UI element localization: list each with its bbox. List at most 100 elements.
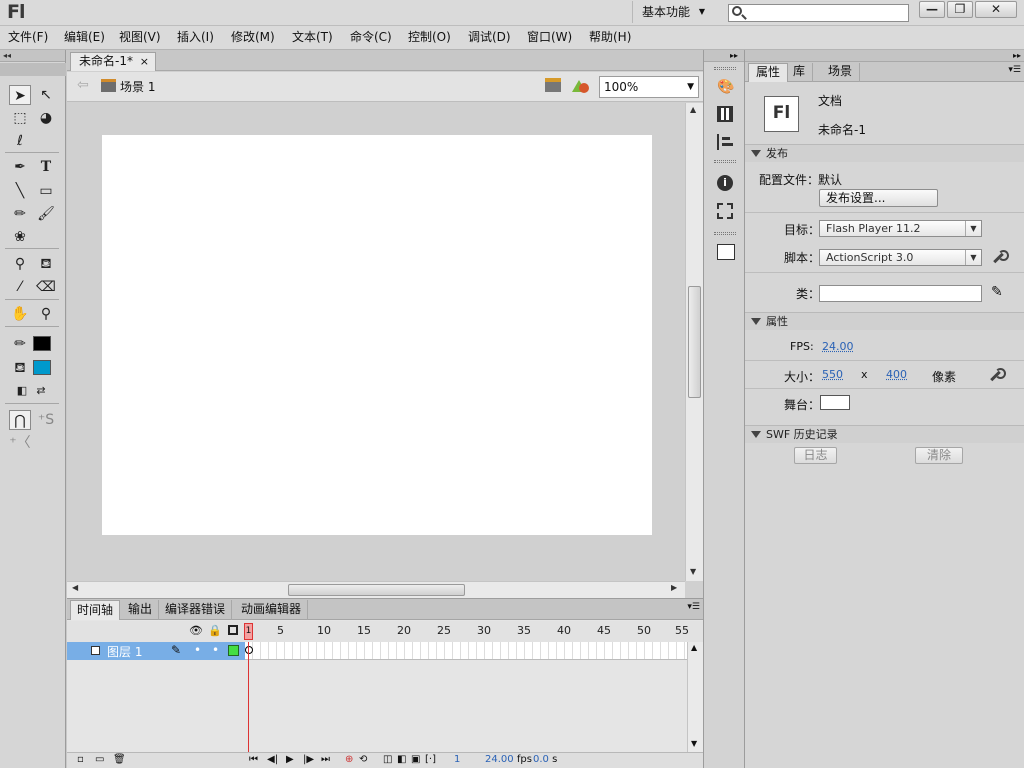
tab-compiler-errors[interactable]: 编译器错误: [159, 600, 233, 620]
selection-tool-icon[interactable]: ➤: [9, 85, 31, 105]
zoom-select[interactable]: 100% ▼: [599, 76, 699, 98]
publish-settings-button[interactable]: 发布设置...: [819, 189, 938, 207]
frame-rate[interactable]: 24.00: [485, 754, 514, 765]
menu-debug[interactable]: 调试(D): [468, 26, 511, 49]
stage-canvas[interactable]: [102, 135, 652, 535]
pencil-tool-icon[interactable]: ✏: [9, 204, 31, 224]
align-panel-icon[interactable]: [717, 134, 733, 150]
panel-grip[interactable]: [714, 160, 736, 163]
last-frame-icon[interactable]: ⏭: [321, 754, 330, 765]
swatches-panel-icon[interactable]: [717, 106, 733, 122]
stroke-color-swatch[interactable]: [33, 336, 51, 351]
eyedropper-tool-icon[interactable]: ⁄: [9, 277, 31, 297]
stage-height[interactable]: 400: [886, 368, 907, 381]
section-swf-history[interactable]: SWF 历史记录: [745, 425, 1024, 443]
layer-row[interactable]: 图层 1 ✎ • •: [67, 642, 245, 660]
edit-multiple-frames-icon[interactable]: ▣: [411, 754, 420, 765]
edit-scene-icon[interactable]: [545, 78, 561, 92]
modify-markers-icon[interactable]: [·]: [425, 754, 436, 765]
menu-text[interactable]: 文本(T): [292, 26, 333, 49]
pen-tool-icon[interactable]: ✒: [9, 157, 31, 177]
play-icon[interactable]: ▶: [286, 754, 294, 765]
center-frame-icon[interactable]: ⊕: [345, 754, 353, 765]
menu-help[interactable]: 帮助(H): [589, 26, 631, 49]
scrollbar-thumb[interactable]: [688, 286, 701, 398]
new-layer-icon[interactable]: ▫: [77, 754, 84, 765]
workspace-switcher[interactable]: 基本功能 ▼: [632, 1, 714, 23]
restore-button[interactable]: ❐: [947, 1, 973, 18]
menu-insert[interactable]: 插入(I): [177, 26, 214, 49]
back-arrow-icon[interactable]: ⇦: [77, 77, 89, 93]
panel-grip[interactable]: [714, 67, 736, 70]
eye-icon[interactable]: 👁: [189, 624, 203, 637]
scroll-down-icon[interactable]: ▼: [691, 739, 697, 748]
visibility-dot-icon[interactable]: •: [194, 643, 201, 657]
lock-icon[interactable]: 🔒: [208, 624, 222, 637]
smooth-icon[interactable]: ⁺S: [35, 410, 57, 430]
frame-grid[interactable]: [245, 642, 687, 660]
next-frame-icon[interactable]: |▶: [303, 754, 314, 765]
tab-library[interactable]: 库: [786, 63, 814, 82]
help-search-input[interactable]: [728, 4, 909, 22]
tab-motion-editor[interactable]: 动画编辑器: [235, 600, 309, 620]
new-folder-icon[interactable]: ▭: [95, 754, 104, 765]
delete-layer-icon[interactable]: 🗑: [113, 754, 126, 765]
close-button[interactable]: ✕: [975, 1, 1017, 18]
color-panel-icon[interactable]: 🎨: [717, 79, 734, 95]
document-tab[interactable]: 未命名-1* ×: [70, 52, 156, 71]
panel-expand-icon[interactable]: ▸▸: [704, 50, 744, 62]
playhead[interactable]: 1: [244, 623, 253, 640]
onion-skin-outlines-icon[interactable]: ◧: [397, 754, 406, 765]
tab-timeline[interactable]: 时间轴: [70, 600, 121, 620]
section-properties[interactable]: 属性: [745, 312, 1024, 330]
menu-edit[interactable]: 编辑(E): [64, 26, 105, 49]
minimize-button[interactable]: —: [919, 1, 945, 18]
lock-dot-icon[interactable]: •: [212, 643, 219, 657]
swap-colors-icon[interactable]: ⇄: [30, 381, 52, 401]
panel-collapse-icon[interactable]: ▸▸: [745, 50, 1024, 62]
straighten-icon[interactable]: ⁺〈: [9, 433, 31, 453]
panel-collapse-icon[interactable]: ◂◂: [0, 50, 65, 62]
transform-panel-icon[interactable]: [717, 203, 733, 219]
outline-icon[interactable]: [228, 625, 238, 635]
tab-output[interactable]: 输出: [122, 600, 160, 620]
hand-tool-icon[interactable]: ✋: [9, 304, 31, 324]
panel-menu-icon[interactable]: ▾☰: [1008, 65, 1021, 75]
script-select[interactable]: ActionScript 3.0 ▼: [819, 249, 982, 266]
components-panel-icon[interactable]: [717, 244, 735, 260]
stage-color-swatch[interactable]: [820, 395, 850, 410]
document-name[interactable]: 未命名-1: [818, 121, 866, 138]
rectangle-tool-icon[interactable]: ▭: [35, 181, 57, 201]
menu-window[interactable]: 窗口(W): [527, 26, 572, 49]
snap-magnet-icon[interactable]: ⋂: [9, 410, 31, 430]
vertical-scrollbar[interactable]: ▲ ▼: [685, 103, 703, 581]
fps-value[interactable]: 24.00: [822, 340, 854, 353]
tab-scene[interactable]: 场景: [821, 63, 861, 82]
clear-button[interactable]: 清除: [915, 447, 963, 464]
tab-properties[interactable]: 属性: [748, 63, 789, 82]
class-input[interactable]: [819, 285, 982, 302]
menu-control[interactable]: 控制(O): [408, 26, 451, 49]
brush-tool-icon[interactable]: 🖌: [35, 204, 57, 224]
paint-bucket-tool-icon[interactable]: ⛾: [35, 254, 57, 274]
scene-label[interactable]: 场景 1: [120, 78, 155, 95]
scroll-up-icon[interactable]: ▲: [690, 105, 696, 114]
horizontal-scrollbar[interactable]: ◀ ▶: [67, 581, 685, 598]
frame-ruler[interactable]: 5 10 15 20 25 30 35 40 45 50 55: [245, 621, 689, 642]
menu-commands[interactable]: 命令(C): [350, 26, 392, 49]
deco-tool-icon[interactable]: ❀: [9, 227, 31, 247]
bone-tool-icon[interactable]: ⚲: [9, 254, 31, 274]
current-frame[interactable]: 1: [454, 754, 460, 765]
close-icon[interactable]: ×: [140, 53, 149, 70]
lasso-tool-icon[interactable]: ℓ: [9, 131, 31, 151]
scroll-left-icon[interactable]: ◀: [72, 583, 78, 592]
info-panel-icon[interactable]: i: [717, 175, 733, 191]
layer-name[interactable]: 图层 1: [107, 643, 142, 660]
menu-file[interactable]: 文件(F): [8, 26, 48, 49]
onion-skin-icon[interactable]: ◫: [383, 754, 392, 765]
scroll-down-icon[interactable]: ▼: [690, 567, 696, 576]
subselection-tool-icon[interactable]: ↖: [35, 85, 57, 105]
panel-menu-icon[interactable]: ▾☰: [687, 602, 700, 612]
actionscript-settings-wrench-icon[interactable]: [991, 250, 1009, 264]
panel-grip[interactable]: [714, 232, 736, 235]
